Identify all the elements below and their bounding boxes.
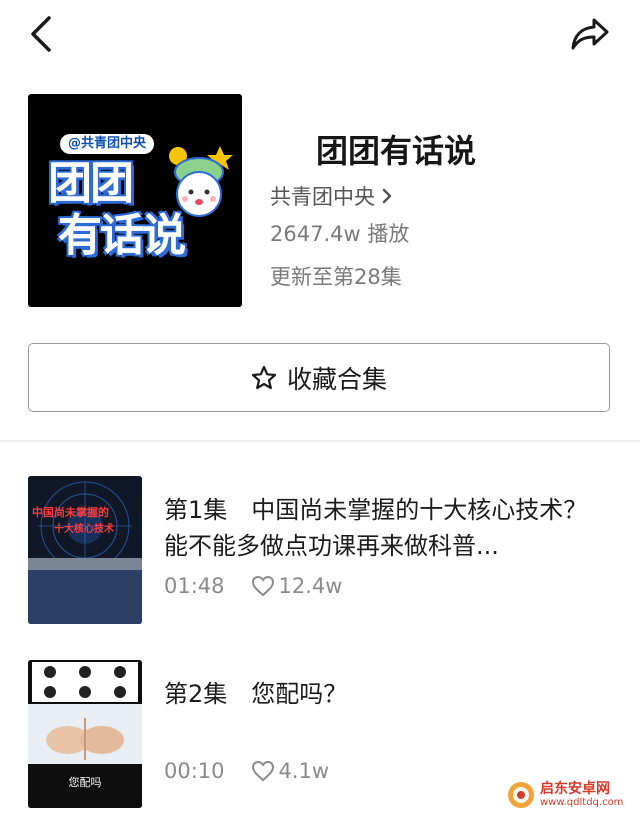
cover-title-line1: 团团: [48, 158, 134, 209]
collection-title: 团团有话说: [316, 132, 477, 170]
heart-outline-icon: [251, 575, 274, 597]
tech-globe-illustration: [28, 476, 142, 624]
collection-cover: @共青团中央 团团 有话说: [28, 94, 242, 307]
back-button[interactable]: [18, 12, 62, 56]
episode-thumbnail[interactable]: 您配吗: [28, 660, 142, 808]
episode-duration: 01:48: [164, 574, 225, 598]
play-count: 2647.4w 播放: [270, 222, 410, 246]
watermark-url: www.qdltdq.com: [540, 797, 624, 808]
share-arrow-icon: [571, 18, 609, 50]
update-status: 更新至第28集: [270, 265, 402, 289]
like-count: 4.1w: [251, 759, 330, 783]
like-count-value: 4.1w: [278, 759, 330, 783]
chevron-right-icon: [382, 188, 392, 204]
chevron-left-icon: [31, 16, 51, 52]
thumbnail-text-line1: 中国尚未掌握的: [32, 506, 109, 519]
episode-duration: 00:10: [164, 759, 225, 783]
watermark-name: 启东安卓网: [540, 781, 610, 797]
watermark-logo-icon: [508, 782, 534, 808]
cover-brand: @共青团中央: [60, 134, 155, 154]
author-link[interactable]: 共青团中央: [270, 181, 393, 211]
section-divider: [0, 440, 640, 442]
author-name: 共青团中央: [270, 185, 375, 209]
episode-meta: 01:48 12.4w: [164, 574, 342, 598]
star-outline-icon: [251, 365, 277, 389]
heart-outline-icon: [251, 760, 274, 782]
share-button[interactable]: [566, 12, 614, 56]
thumbnail-caption: 您配吗: [68, 776, 102, 789]
mascot-illustration: [169, 146, 233, 217]
episode-meta: 00:10 4.1w: [164, 759, 329, 783]
favorite-collection-button[interactable]: 收藏合集: [28, 343, 610, 412]
episode-thumbnail[interactable]: 中国尚未掌握的 十大核心技术: [28, 476, 142, 624]
favorite-button-label: 收藏合集: [286, 364, 387, 394]
site-watermark: 启东安卓网 www.qdltdq.com: [506, 780, 623, 810]
episode-title[interactable]: 第2集 您配吗？: [164, 676, 604, 712]
like-count-value: 12.4w: [278, 574, 343, 598]
episode-title[interactable]: 第1集 中国尚未掌握的十大核心技术？能不能多做点功课再来做科普...: [164, 492, 604, 564]
thumbnail-text-line2: 十大核心技术: [54, 524, 114, 535]
watermark-text-block: 启东安卓网 www.qdltdq.com: [540, 781, 623, 809]
like-count: 12.4w: [251, 574, 343, 598]
